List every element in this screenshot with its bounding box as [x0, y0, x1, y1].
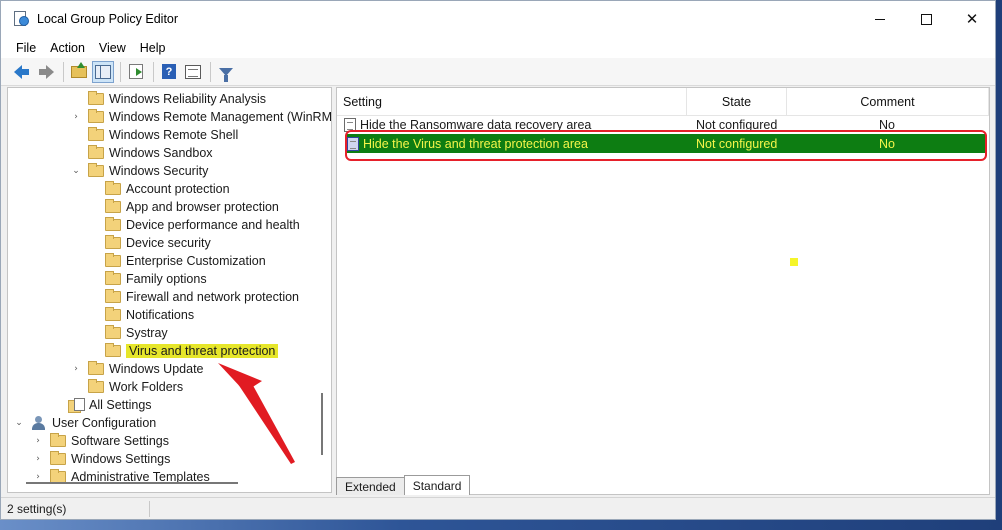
- all-settings-icon: [68, 398, 85, 413]
- folder-icon: [88, 379, 104, 393]
- folder-icon: [105, 307, 121, 321]
- folder-icon: [88, 109, 104, 123]
- folder-icon: [88, 127, 104, 141]
- minimize-button[interactable]: [857, 1, 903, 37]
- tree-item[interactable]: Windows Sandbox: [70, 144, 213, 162]
- close-button[interactable]: ✕: [949, 1, 995, 37]
- view-tabs: Extended Standard: [336, 475, 471, 495]
- filter-icon: [219, 67, 233, 82]
- toolbar-separator: [63, 61, 64, 82]
- collapse-icon[interactable]: ⌄: [13, 417, 25, 429]
- forward-button[interactable]: [35, 61, 57, 83]
- tree-item[interactable]: Work Folders: [70, 378, 183, 396]
- help-button[interactable]: ?: [158, 61, 180, 83]
- tree-item[interactable]: Device performance and health: [105, 216, 300, 234]
- folder-icon: [50, 433, 66, 447]
- up-folder-icon: [71, 61, 87, 78]
- tree-vertical-scrollbar[interactable]: [321, 393, 323, 455]
- menu-help[interactable]: Help: [133, 41, 173, 55]
- gpedit-window: Local Group Policy Editor ✕ File Action …: [0, 0, 996, 520]
- settings-list: Setting State Comment Hide the Ransomwar…: [336, 87, 990, 495]
- collapse-icon[interactable]: ⌄: [70, 165, 82, 177]
- folder-icon: [88, 145, 104, 159]
- window-title: Local Group Policy Editor: [37, 12, 179, 26]
- tree-item[interactable]: Windows Remote Shell: [70, 126, 238, 144]
- tree-item[interactable]: ⌄ User Configuration: [13, 414, 156, 432]
- folder-icon: [105, 289, 121, 303]
- tree-item[interactable]: Firewall and network protection: [105, 288, 299, 306]
- menu-file[interactable]: File: [9, 41, 43, 55]
- export-list-button[interactable]: [125, 61, 147, 83]
- tree-item-selected[interactable]: Virus and threat protection: [105, 342, 279, 360]
- expand-icon[interactable]: ›: [32, 435, 44, 447]
- folder-icon: [105, 343, 121, 357]
- menu-bar: File Action View Help: [1, 37, 995, 58]
- expand-icon[interactable]: ›: [70, 111, 82, 123]
- annotation-highlight-box: [345, 130, 987, 161]
- tree-item[interactable]: Family options: [105, 270, 207, 288]
- folder-icon: [105, 253, 121, 267]
- annotation-dot: [790, 258, 798, 266]
- tab-standard[interactable]: Standard: [403, 475, 471, 495]
- forward-arrow-icon: [39, 64, 54, 79]
- expand-icon[interactable]: ›: [32, 453, 44, 465]
- tree-item[interactable]: Account protection: [105, 180, 230, 198]
- tab-extended[interactable]: Extended: [336, 477, 405, 495]
- properties-icon: [185, 64, 201, 79]
- tree-item[interactable]: › Windows Remote Management (WinRM): [70, 108, 331, 126]
- tree-item[interactable]: All Settings: [68, 396, 152, 414]
- help-icon: ?: [162, 64, 176, 79]
- up-one-level-button[interactable]: [68, 61, 90, 83]
- folder-icon: [105, 325, 121, 339]
- navigation-tree[interactable]: Windows Reliability Analysis › Windows Re…: [7, 87, 332, 493]
- tree-item[interactable]: ⌄ Windows Security: [70, 162, 208, 180]
- folder-icon: [105, 199, 121, 213]
- selected-tree-label: Virus and threat protection: [126, 344, 279, 358]
- toolbar-separator: [120, 61, 121, 82]
- folder-icon: [105, 271, 121, 285]
- folder-icon: [105, 181, 121, 195]
- list-header: Setting State Comment: [337, 88, 989, 116]
- toolbar-separator: [210, 61, 211, 82]
- folder-icon: [88, 91, 104, 105]
- title-bar[interactable]: Local Group Policy Editor ✕: [1, 1, 995, 37]
- tree-item[interactable]: › Windows Settings: [32, 450, 170, 468]
- tree-item[interactable]: Systray: [105, 324, 168, 342]
- user-configuration-icon: [31, 416, 47, 430]
- toolbar-separator: [153, 61, 154, 82]
- folder-icon: [105, 235, 121, 249]
- menu-action[interactable]: Action: [43, 41, 92, 55]
- show-hide-tree-icon: [95, 64, 111, 79]
- status-text: 2 setting(s): [7, 501, 67, 516]
- back-button[interactable]: [7, 61, 29, 83]
- folder-icon: [50, 451, 66, 465]
- tree-item[interactable]: App and browser protection: [105, 198, 279, 216]
- status-bar: 2 setting(s): [1, 497, 995, 519]
- folder-open-icon: [88, 163, 104, 177]
- tree-item[interactable]: › Windows Update: [70, 360, 204, 378]
- tree-item[interactable]: Enterprise Customization: [105, 252, 266, 270]
- maximize-button[interactable]: [903, 1, 949, 37]
- column-comment[interactable]: Comment: [787, 88, 989, 116]
- folder-icon: [105, 217, 121, 231]
- status-divider: [149, 501, 150, 517]
- tree-horizontal-scrollbar[interactable]: [26, 482, 238, 484]
- tree-item[interactable]: Device security: [105, 234, 211, 252]
- tree-item[interactable]: › Software Settings: [32, 432, 169, 450]
- column-state[interactable]: State: [687, 88, 787, 116]
- menu-view[interactable]: View: [92, 41, 133, 55]
- expand-icon[interactable]: ›: [70, 363, 82, 375]
- gpedit-app-icon: [13, 11, 29, 27]
- folder-icon: [88, 361, 104, 375]
- back-arrow-icon: [14, 64, 29, 79]
- column-setting[interactable]: Setting: [337, 88, 687, 116]
- show-hide-tree-button[interactable]: [92, 60, 114, 83]
- toolbar: ?: [1, 58, 995, 86]
- tree-item[interactable]: Windows Reliability Analysis: [70, 90, 266, 108]
- export-list-icon: [129, 64, 143, 79]
- tree-item[interactable]: Notifications: [105, 306, 194, 324]
- filter-button[interactable]: [215, 61, 237, 83]
- properties-button[interactable]: [182, 61, 204, 83]
